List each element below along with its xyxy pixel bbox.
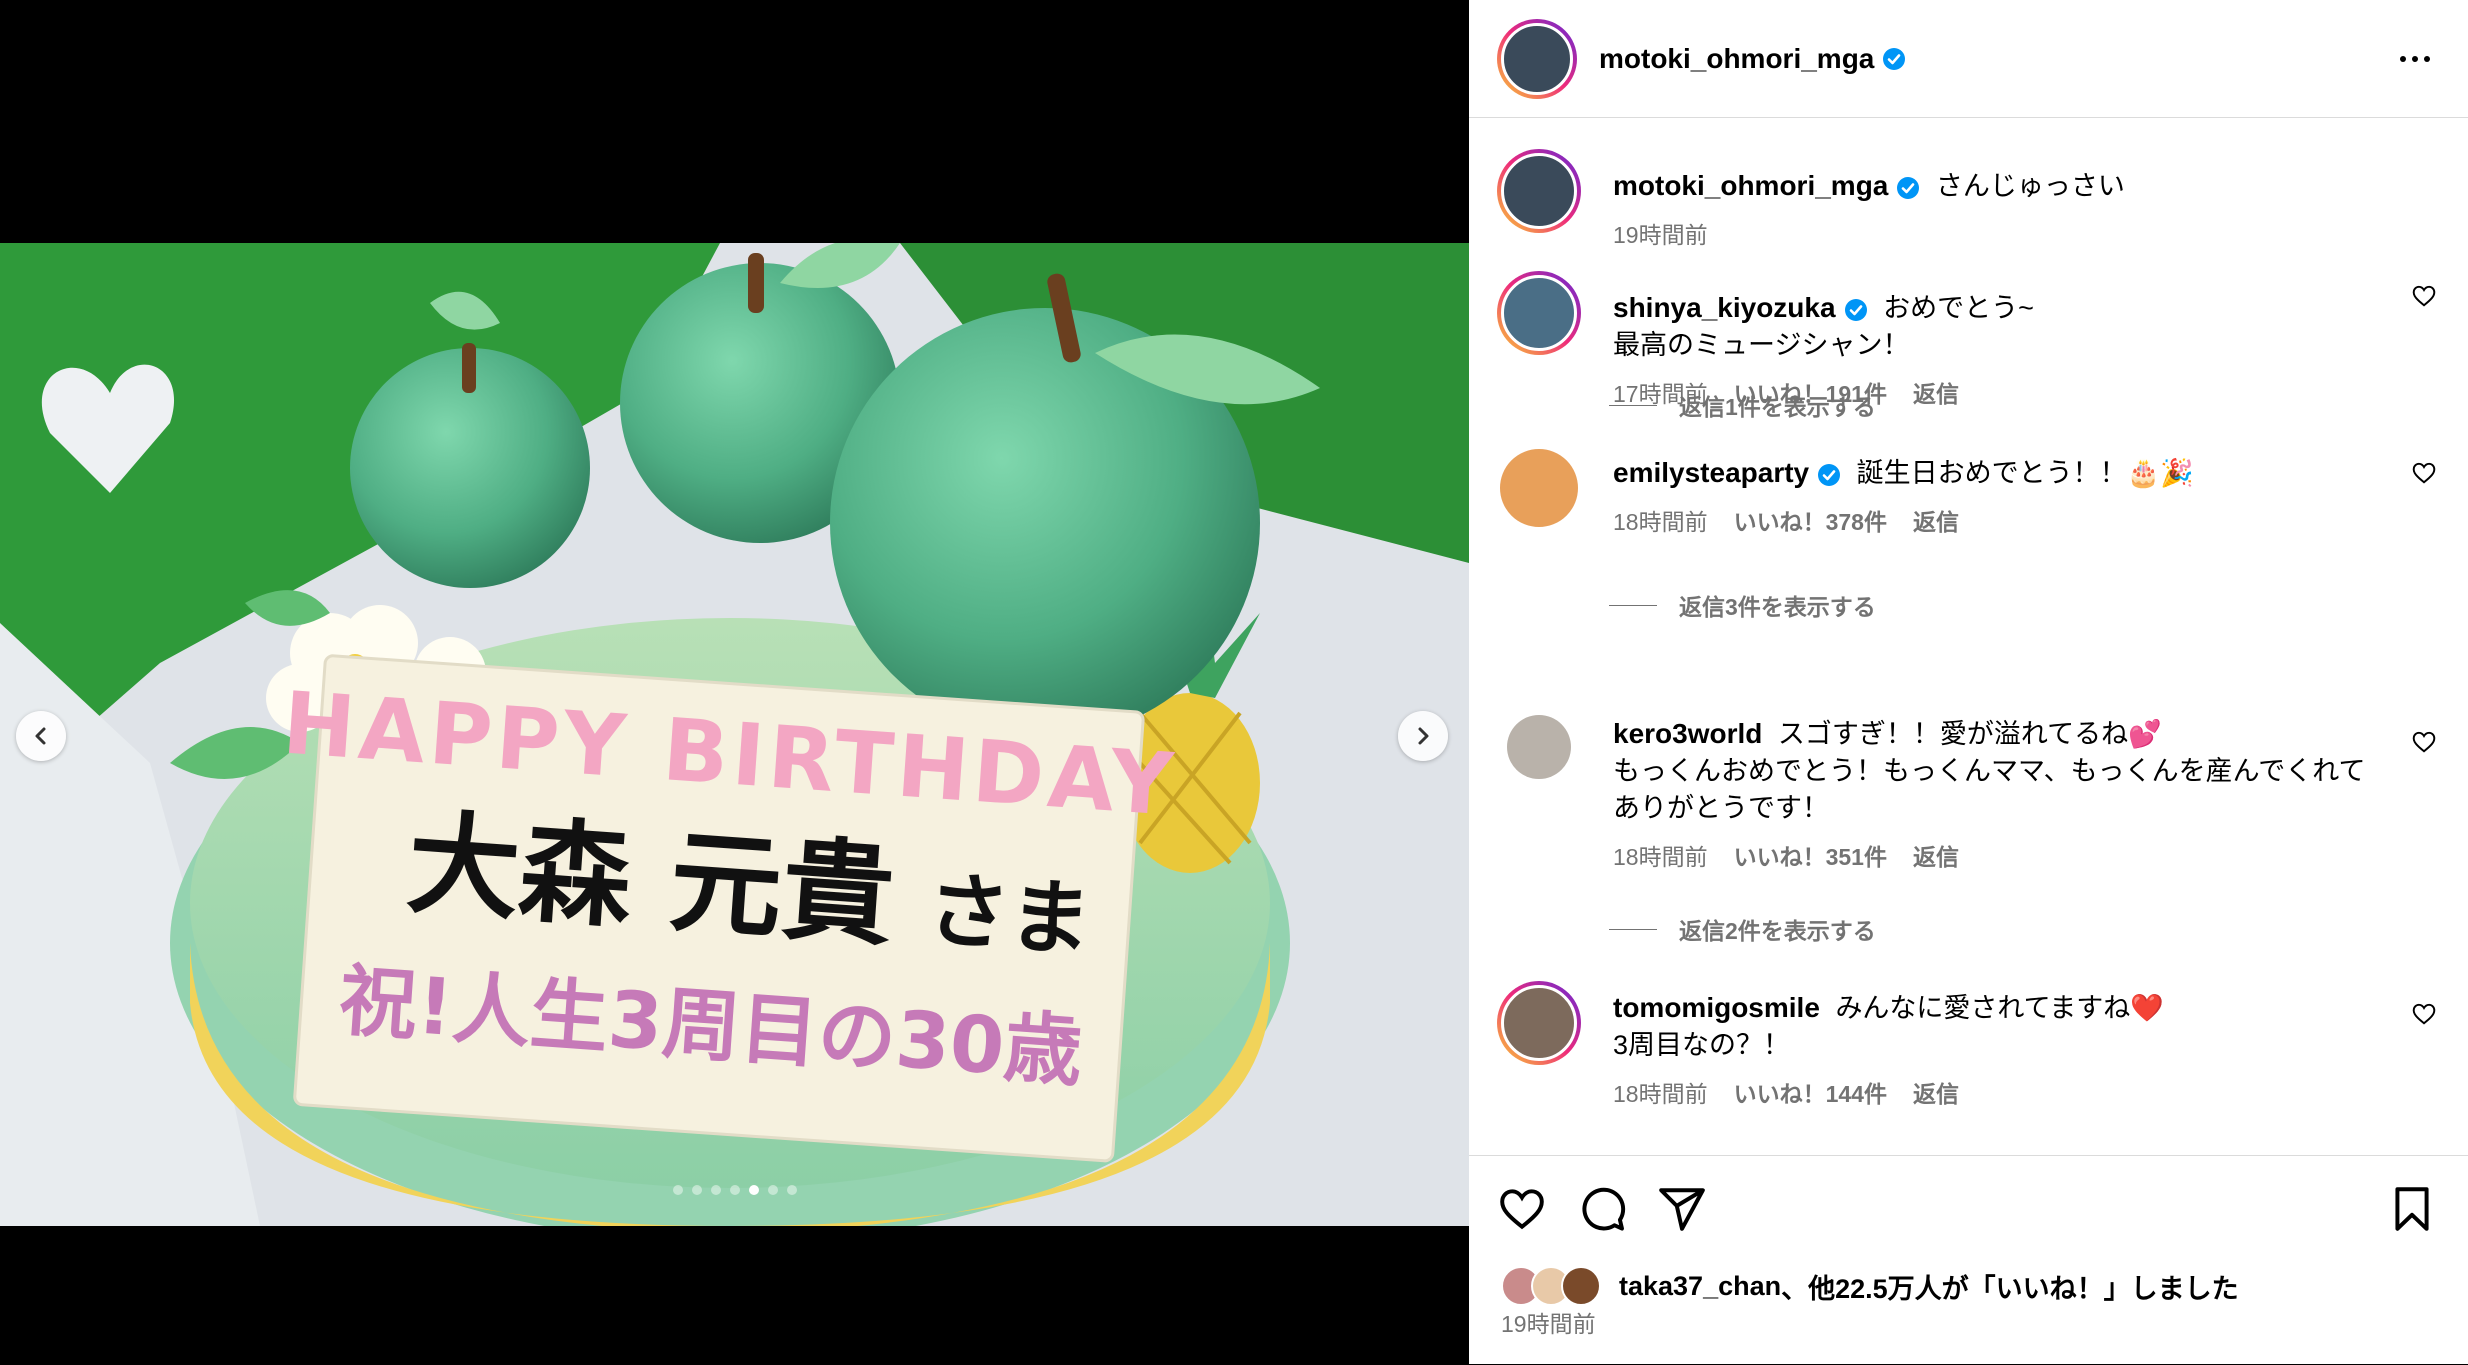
comment-text: スゴすぎ！！愛が溢れてるね💕 — [1777, 719, 2162, 749]
slide-indicator — [0, 1185, 1469, 1195]
post-timestamp: 19時間前 — [1501, 1311, 1596, 1337]
comment-username[interactable]: emilysteaparty — [1613, 457, 1809, 488]
reply-button[interactable]: 返信 — [1913, 376, 1959, 413]
comment-username[interactable]: tomomigosmile — [1613, 992, 1820, 1023]
more-options-button[interactable] — [2390, 46, 2440, 72]
slide-dot — [786, 1185, 797, 1195]
heart-icon[interactable] — [2411, 729, 2437, 755]
reply-button[interactable]: 返信 — [1913, 839, 1959, 876]
reply-button[interactable]: 返信 — [1913, 1076, 1959, 1113]
action-icons — [1497, 1184, 2437, 1234]
chevron-right-icon — [1418, 727, 1429, 745]
comment-time: 18時間前 — [1613, 844, 1708, 870]
verified-icon — [1883, 47, 1906, 70]
view-replies-button[interactable]: 返信3件を表示する — [1609, 588, 1876, 622]
liked-by-count[interactable]: 、他22.5万人が「いいね！」しました — [1781, 1267, 2239, 1306]
comment-text: みんなに愛されてますね❤️ — [1835, 993, 2164, 1023]
slide-dot — [672, 1185, 683, 1195]
replies-divider — [1609, 404, 1657, 406]
comment-likes[interactable]: いいね！351件 — [1734, 839, 1887, 876]
comment-time: 18時間前 — [1613, 509, 1708, 535]
commenter-avatar[interactable] — [1507, 715, 1571, 779]
comment-text: 誕生日おめでとう！！🎂🎉 — [1856, 458, 2194, 488]
post-photo[interactable]: HAPPY BIRTHDAY 大森 元貴 さま 祝!人生3周目の30歳 — [0, 243, 1469, 1226]
comment-username[interactable]: shinya_kiyozuka — [1613, 292, 1836, 323]
replies-divider — [1609, 604, 1657, 606]
slide-dot — [767, 1185, 778, 1195]
heart-icon[interactable] — [2411, 1001, 2437, 1027]
verified-icon — [1897, 176, 1920, 199]
comment-username[interactable]: kero3world — [1613, 718, 1762, 749]
caption-text: さんじゅっさい — [1935, 171, 2125, 201]
comments-list[interactable]: motoki_ohmori_mga さんじゅっさい 19時間前 shinya_k… — [1469, 119, 2468, 1155]
view-replies-button[interactable]: 返信1件を表示する — [1609, 388, 1876, 422]
view-replies-label: 返信2件を表示する — [1679, 918, 1876, 944]
cake-plaque-honorific: さま — [924, 863, 1094, 969]
comment-text-line3: ありがとうです！ — [1613, 793, 1829, 823]
comment-text: おめでとう~ — [1883, 293, 2034, 323]
verified-icon — [1844, 298, 1867, 321]
post-header: motoki_ohmori_mga — [1469, 0, 2468, 118]
commenter-avatar[interactable] — [1497, 271, 1581, 355]
commenter-avatar[interactable] — [1497, 446, 1581, 530]
liked-by-username[interactable]: taka37_chan — [1619, 1271, 1781, 1302]
comment-time: 18時間前 — [1613, 1081, 1708, 1107]
liked-by-avatars — [1501, 1266, 1601, 1306]
comment-likes[interactable]: いいね！378件 — [1734, 504, 1887, 541]
post-side-panel: motoki_ohmori_mga motoki_ohmori_mga さんじゅ… — [1469, 0, 2468, 1364]
cake-photo-illustration: HAPPY BIRTHDAY 大森 元貴 さま 祝!人生3周目の30歳 — [0, 243, 1469, 1226]
bookmark-icon[interactable] — [2387, 1184, 2437, 1234]
commenter-avatar[interactable] — [1497, 981, 1581, 1065]
view-replies-label: 返信1件を表示する — [1679, 394, 1876, 420]
previous-slide-button[interactable] — [16, 711, 66, 761]
author-avatar[interactable] — [1497, 18, 1577, 99]
caption-time: 19時間前 — [1613, 222, 1708, 248]
slide-dot — [691, 1185, 702, 1195]
liked-by-summary[interactable]: taka37_chan 、他22.5万人が「いいね！」しました — [1501, 1266, 2239, 1306]
slide-dot — [710, 1185, 721, 1195]
comment-likes[interactable]: いいね！144件 — [1734, 1076, 1887, 1113]
post-actions: taka37_chan 、他22.5万人が「いいね！」しました — [1469, 1155, 2468, 1365]
next-slide-button[interactable] — [1398, 711, 1448, 761]
instagram-post-modal: HAPPY BIRTHDAY 大森 元貴 さま 祝!人生3周目の30歳 moto… — [0, 0, 2468, 1364]
heart-icon[interactable] — [1497, 1184, 1547, 1234]
replies-divider — [1609, 928, 1657, 930]
heart-icon[interactable] — [2411, 283, 2437, 309]
caption-username[interactable]: motoki_ohmori_mga — [1613, 170, 1888, 201]
more-icon — [2400, 55, 2406, 62]
comment-text-line2: 3周目なの？！ — [1613, 1030, 1791, 1060]
avatar — [1561, 1266, 1601, 1306]
comment-text-line2: 最高のミュージシャン！ — [1613, 330, 1910, 360]
author-username[interactable]: motoki_ohmori_mga — [1599, 43, 1874, 75]
author-avatar[interactable] — [1497, 149, 1581, 233]
slide-dot — [729, 1185, 740, 1195]
verified-icon — [1818, 463, 1841, 486]
heart-icon[interactable] — [2411, 460, 2437, 486]
share-icon[interactable] — [1657, 1184, 1707, 1234]
post-media: HAPPY BIRTHDAY 大森 元貴 さま 祝!人生3周目の30歳 — [0, 0, 1469, 1364]
comment-text-line2: もっくんおめでとう！もっくんママ、もっくんを産んでくれて — [1613, 756, 2366, 786]
view-replies-button[interactable]: 返信2件を表示する — [1609, 912, 1876, 946]
reply-button[interactable]: 返信 — [1913, 504, 1959, 541]
view-replies-label: 返信3件を表示する — [1679, 594, 1876, 620]
chevron-left-icon — [35, 727, 46, 745]
comment-icon[interactable] — [1577, 1184, 1627, 1234]
slide-dot-active — [748, 1185, 759, 1195]
